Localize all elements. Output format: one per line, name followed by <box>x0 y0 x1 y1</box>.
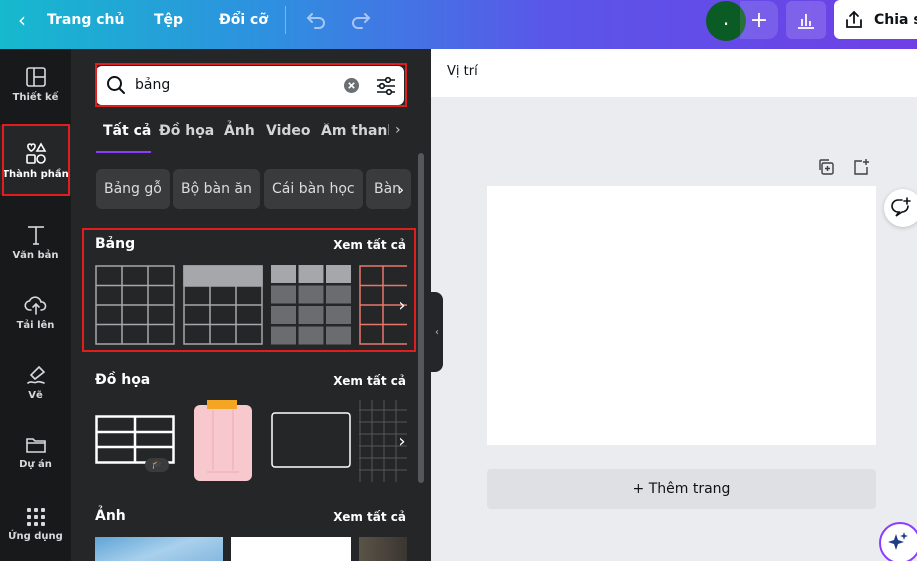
add-page-button[interactable]: + Thêm trang <box>487 469 876 509</box>
top-bar: ‹ Trang chủ Tệp Đổi cỡ . + Chia sẻ <box>0 0 917 49</box>
apps-grid-icon <box>26 507 45 526</box>
insights-button[interactable] <box>786 1 826 39</box>
file-menu-button[interactable]: Tệp <box>154 0 183 40</box>
see-all-graphics-link[interactable]: Xem tất cả <box>333 374 406 388</box>
position-button[interactable]: Vị trí <box>447 64 478 79</box>
active-tab-indicator <box>96 151 151 153</box>
chevron-left-icon: ‹ <box>435 326 439 338</box>
category-tabs: Tất cả Đồ họa Ảnh Video Âm thanh › <box>96 122 408 153</box>
see-all-photos-link[interactable]: Xem tất cả <box>333 510 406 524</box>
bar-chart-icon <box>798 14 814 29</box>
chevron-right-icon[interactable]: › <box>391 294 413 316</box>
graphic-thumbnail[interactable]: 🎓 <box>95 415 175 472</box>
magic-assistant-button[interactable] <box>879 522 917 561</box>
comment-plus-icon <box>891 197 911 217</box>
rail-item-label: Tải lên <box>16 319 55 331</box>
graphic-thumbnail[interactable] <box>193 400 253 482</box>
add-page-icon[interactable] <box>852 158 870 176</box>
suggestion-chip[interactable]: Bảng gỗ <box>96 169 170 209</box>
chevron-right-icon[interactable]: › <box>391 179 411 199</box>
rail-item-draw[interactable]: Vẽ <box>0 347 71 417</box>
toolbar-divider <box>285 6 286 34</box>
suggestion-chip[interactable]: Cái bàn học <box>264 169 363 209</box>
highlight-box-elements <box>2 124 70 196</box>
rail-item-design[interactable]: Thiết kế <box>0 49 71 119</box>
rail-item-apps[interactable]: Ứng dụng <box>0 489 71 559</box>
rail-item-label: Vẽ <box>28 389 43 401</box>
plus-icon: + <box>749 7 769 33</box>
home-button[interactable]: Trang chủ <box>47 0 124 40</box>
sparkle-icon <box>888 532 908 550</box>
section-title-graphics: Đồ họa <box>95 372 151 388</box>
graphic-thumbnail[interactable] <box>271 412 351 468</box>
chevron-right-icon[interactable]: › <box>391 430 413 452</box>
rail-item-projects[interactable]: Dự án <box>0 417 71 487</box>
table-thumbnail[interactable] <box>95 265 175 345</box>
rail-item-label: Dự án <box>19 458 52 470</box>
back-chevron-icon[interactable]: ‹ <box>18 0 26 40</box>
draw-pen-icon <box>26 365 45 384</box>
text-icon <box>27 225 44 245</box>
duplicate-page-icon[interactable] <box>817 158 835 176</box>
undo-icon[interactable] <box>304 8 328 32</box>
elements-panel: bảng Tất cả Đồ họa Ảnh Video Âm thanh › … <box>71 49 431 561</box>
layout-icon <box>25 66 46 87</box>
share-upload-icon <box>846 10 862 28</box>
chevron-right-icon[interactable]: › <box>395 122 401 138</box>
upload-cloud-icon <box>23 295 46 315</box>
suggestion-chip[interactable]: Bộ bàn ăn <box>173 169 260 209</box>
table-thumbnail[interactable] <box>271 265 351 345</box>
highlight-box-search <box>95 63 407 107</box>
rail-item-label: Ứng dụng <box>8 530 63 542</box>
tab-audio[interactable]: Âm thanh <box>321 123 389 139</box>
add-comment-button[interactable] <box>884 189 917 227</box>
rail-item-uploads[interactable]: Tải lên <box>0 277 71 347</box>
tab-photos[interactable]: Ảnh <box>224 123 255 139</box>
panel-scrollbar[interactable] <box>418 153 424 483</box>
rail-item-label: Văn bản <box>12 249 59 261</box>
resize-button[interactable]: Đổi cỡ <box>219 0 268 40</box>
add-collaborator-button[interactable]: + <box>740 1 778 39</box>
premium-badge-icon: 🎓 <box>145 458 169 472</box>
folder-icon <box>25 437 46 453</box>
share-label: Chia sẻ <box>874 11 917 28</box>
design-page[interactable] <box>487 186 876 445</box>
tab-videos[interactable]: Video <box>266 123 311 139</box>
redo-icon[interactable] <box>349 8 373 32</box>
photo-thumbnail[interactable] <box>359 537 407 561</box>
rail-item-label: Thiết kế <box>12 91 59 103</box>
photo-thumbnail[interactable] <box>231 537 351 561</box>
tab-graphics[interactable]: Đồ họa <box>159 123 214 139</box>
tab-all[interactable]: Tất cả <box>103 123 151 139</box>
section-title-photos: Ảnh <box>95 508 126 524</box>
table-thumbnail[interactable] <box>183 265 263 345</box>
context-toolbar: Vị trí <box>431 49 917 97</box>
share-button[interactable]: Chia sẻ <box>834 0 917 39</box>
rail-item-text[interactable]: Văn bản <box>0 207 71 277</box>
photo-thumbnail[interactable] <box>95 537 223 561</box>
collapse-panel-handle[interactable]: ‹ <box>431 292 443 372</box>
